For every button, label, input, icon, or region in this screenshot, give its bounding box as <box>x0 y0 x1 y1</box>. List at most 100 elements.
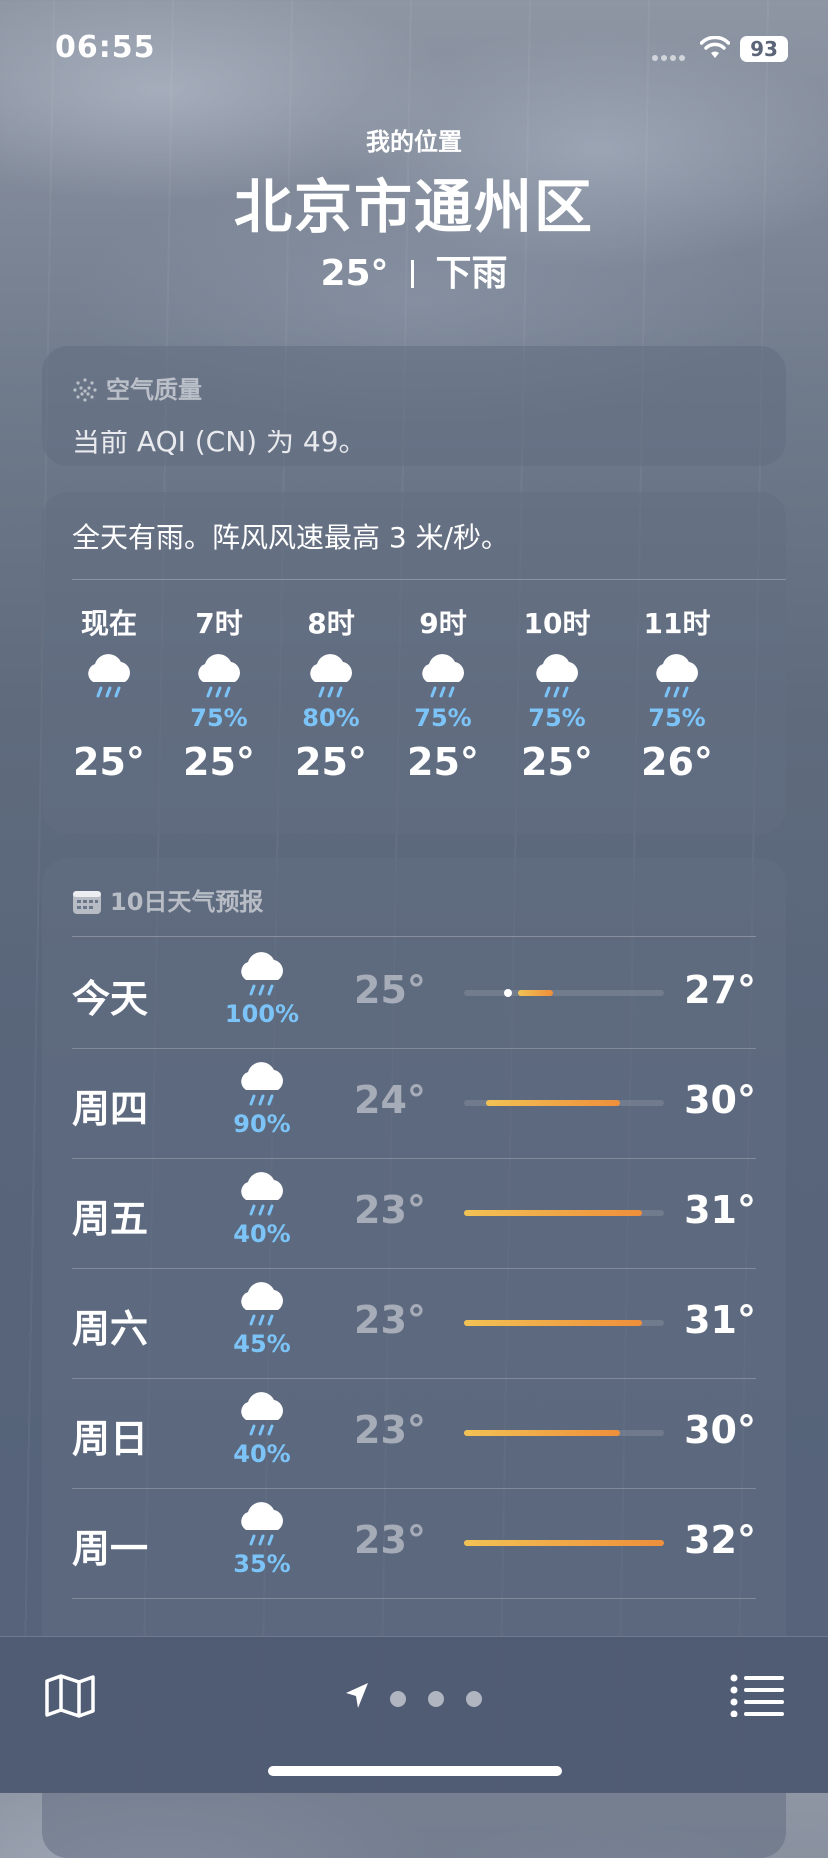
calendar-icon <box>73 891 101 914</box>
temp-range-bar <box>464 1320 664 1326</box>
day-icon-wrap <box>232 1280 292 1332</box>
hour-icon-wrap <box>502 652 612 704</box>
day-precip: 35% <box>233 1550 291 1578</box>
forecast-day-row[interactable]: 周一 35% 23° 32° <box>72 1488 756 1599</box>
temp-range-fill <box>464 1320 642 1326</box>
separator <box>410 260 414 288</box>
list-icon[interactable] <box>730 1673 784 1717</box>
page-dot[interactable] <box>428 1691 444 1707</box>
hourly-summary: 全天有雨。阵风风速最高 3 米/秒。 <box>72 521 510 554</box>
hour-precip: 75% <box>648 704 706 732</box>
forecast-day-row[interactable]: 周四 90% 24° 30° <box>72 1048 756 1159</box>
hour-temp: 25° <box>521 740 593 784</box>
hour-icon-wrap <box>276 652 386 704</box>
location-label: 我的位置 <box>366 128 462 156</box>
rain-cloud-icon <box>656 654 698 698</box>
home-indicator[interactable] <box>268 1766 562 1776</box>
hourly-item: 10时 75% 25° <box>502 602 612 784</box>
hour-icon-wrap <box>622 652 732 704</box>
air-quality-header: 空气质量 <box>72 370 202 405</box>
hour-label: 8时 <box>307 607 355 640</box>
hour-label: 11时 <box>643 607 711 640</box>
day-name: 周五 <box>72 1197 149 1241</box>
status-bar: 06:55 93 <box>0 30 828 70</box>
rain-cloud-icon <box>536 654 578 698</box>
page-dot[interactable] <box>466 1691 482 1707</box>
rain-cloud-icon <box>241 1062 283 1106</box>
hourly-item: 现在 25° <box>54 602 164 784</box>
air-quality-card[interactable]: 空气质量 当前 AQI (CN) 为 49。 <box>42 346 786 466</box>
hour-icon-wrap <box>54 652 164 704</box>
wifi-icon <box>700 36 730 58</box>
hourly-item: 11时 75% 26° <box>622 602 732 784</box>
hourly-item: 8时 80% 25° <box>276 602 386 784</box>
forecast-day-row[interactable]: 今天 100% 25° 27° <box>72 938 756 1049</box>
day-low-temp: 23° <box>354 1298 426 1342</box>
hour-icon-wrap <box>164 652 274 704</box>
hour-precip: 75% <box>528 704 586 732</box>
air-quality-icon <box>73 378 97 402</box>
hour-precip: 80% <box>302 704 360 732</box>
city-name: 北京市通州区 <box>233 173 594 241</box>
rain-cloud-icon <box>241 1282 283 1326</box>
rain-cloud-icon <box>241 1392 283 1436</box>
day-precip: 45% <box>233 1330 291 1358</box>
hour-precip <box>54 704 164 734</box>
page-dot[interactable] <box>390 1691 406 1707</box>
rain-cloud-icon <box>310 654 352 698</box>
day-name: 周六 <box>72 1307 149 1351</box>
rain-cloud-icon <box>198 654 240 698</box>
hour-temp: 26° <box>641 740 713 784</box>
hourly-item: 9时 75% 25° <box>388 602 498 784</box>
hour-precip: 75% <box>190 704 248 732</box>
temp-range-fill <box>464 1210 642 1216</box>
air-quality-title: 空气质量 <box>106 376 202 404</box>
hour-temp: 25° <box>183 740 255 784</box>
day-low-temp: 25° <box>354 968 426 1012</box>
day-low-temp: 24° <box>354 1078 426 1122</box>
status-time: 06:55 <box>55 30 156 65</box>
hourly-forecast-card[interactable]: 全天有雨。阵风风速最高 3 米/秒。 现在 25° 7时 75% 25° 8时 80% 25°… <box>42 492 786 834</box>
map-icon[interactable] <box>44 1673 96 1719</box>
divider <box>72 936 756 937</box>
forecast-title: 10日天气预报 <box>110 888 264 916</box>
day-precip: 90% <box>233 1110 291 1138</box>
forecast-day-row[interactable]: 周五 40% 23° 31° <box>72 1158 756 1269</box>
forecast-day-row[interactable]: 周日 40% 23° 30° <box>72 1378 756 1489</box>
hour-label: 10时 <box>523 607 591 640</box>
forecast-day-row[interactable]: 周六 45% 23° 31° <box>72 1268 756 1379</box>
day-icon-wrap <box>232 1500 292 1552</box>
hour-icon-wrap <box>388 652 498 704</box>
day-icon-wrap <box>232 1170 292 1222</box>
temp-range-bar <box>464 1430 664 1436</box>
hour-label: 现在 <box>80 607 137 640</box>
current-temperature: 25° <box>320 253 389 294</box>
page-indicator[interactable] <box>344 1681 494 1711</box>
current-conditions: 25° 下雨 <box>0 244 828 296</box>
temp-range-fill <box>486 1100 620 1106</box>
day-high-temp: 31° <box>684 1298 756 1342</box>
divider <box>72 579 786 580</box>
current-condition: 下雨 <box>435 253 508 294</box>
day-name: 周日 <box>72 1417 149 1461</box>
day-precip: 40% <box>233 1220 291 1248</box>
day-high-temp: 30° <box>684 1078 756 1122</box>
hour-temp: 25° <box>407 740 479 784</box>
hour-label: 9时 <box>419 607 467 640</box>
forecast-header: 10日天气预报 <box>72 882 263 917</box>
rain-cloud-icon <box>241 1172 283 1216</box>
temp-range-bar <box>464 1540 664 1546</box>
day-high-temp: 27° <box>684 968 756 1012</box>
day-high-temp: 32° <box>684 1518 756 1562</box>
rain-cloud-icon <box>241 952 283 996</box>
day-icon-wrap <box>232 1390 292 1442</box>
day-name: 今天 <box>72 977 149 1021</box>
day-high-temp: 31° <box>684 1188 756 1232</box>
day-low-temp: 23° <box>354 1518 426 1562</box>
air-quality-text: 当前 AQI (CN) 为 49。 <box>72 425 367 458</box>
battery-icon: 93 <box>740 36 788 62</box>
temp-range-bar <box>464 1210 664 1216</box>
current-temp-dot <box>504 989 513 997</box>
day-icon-wrap <box>232 950 292 1002</box>
temp-range-fill <box>464 1430 620 1436</box>
